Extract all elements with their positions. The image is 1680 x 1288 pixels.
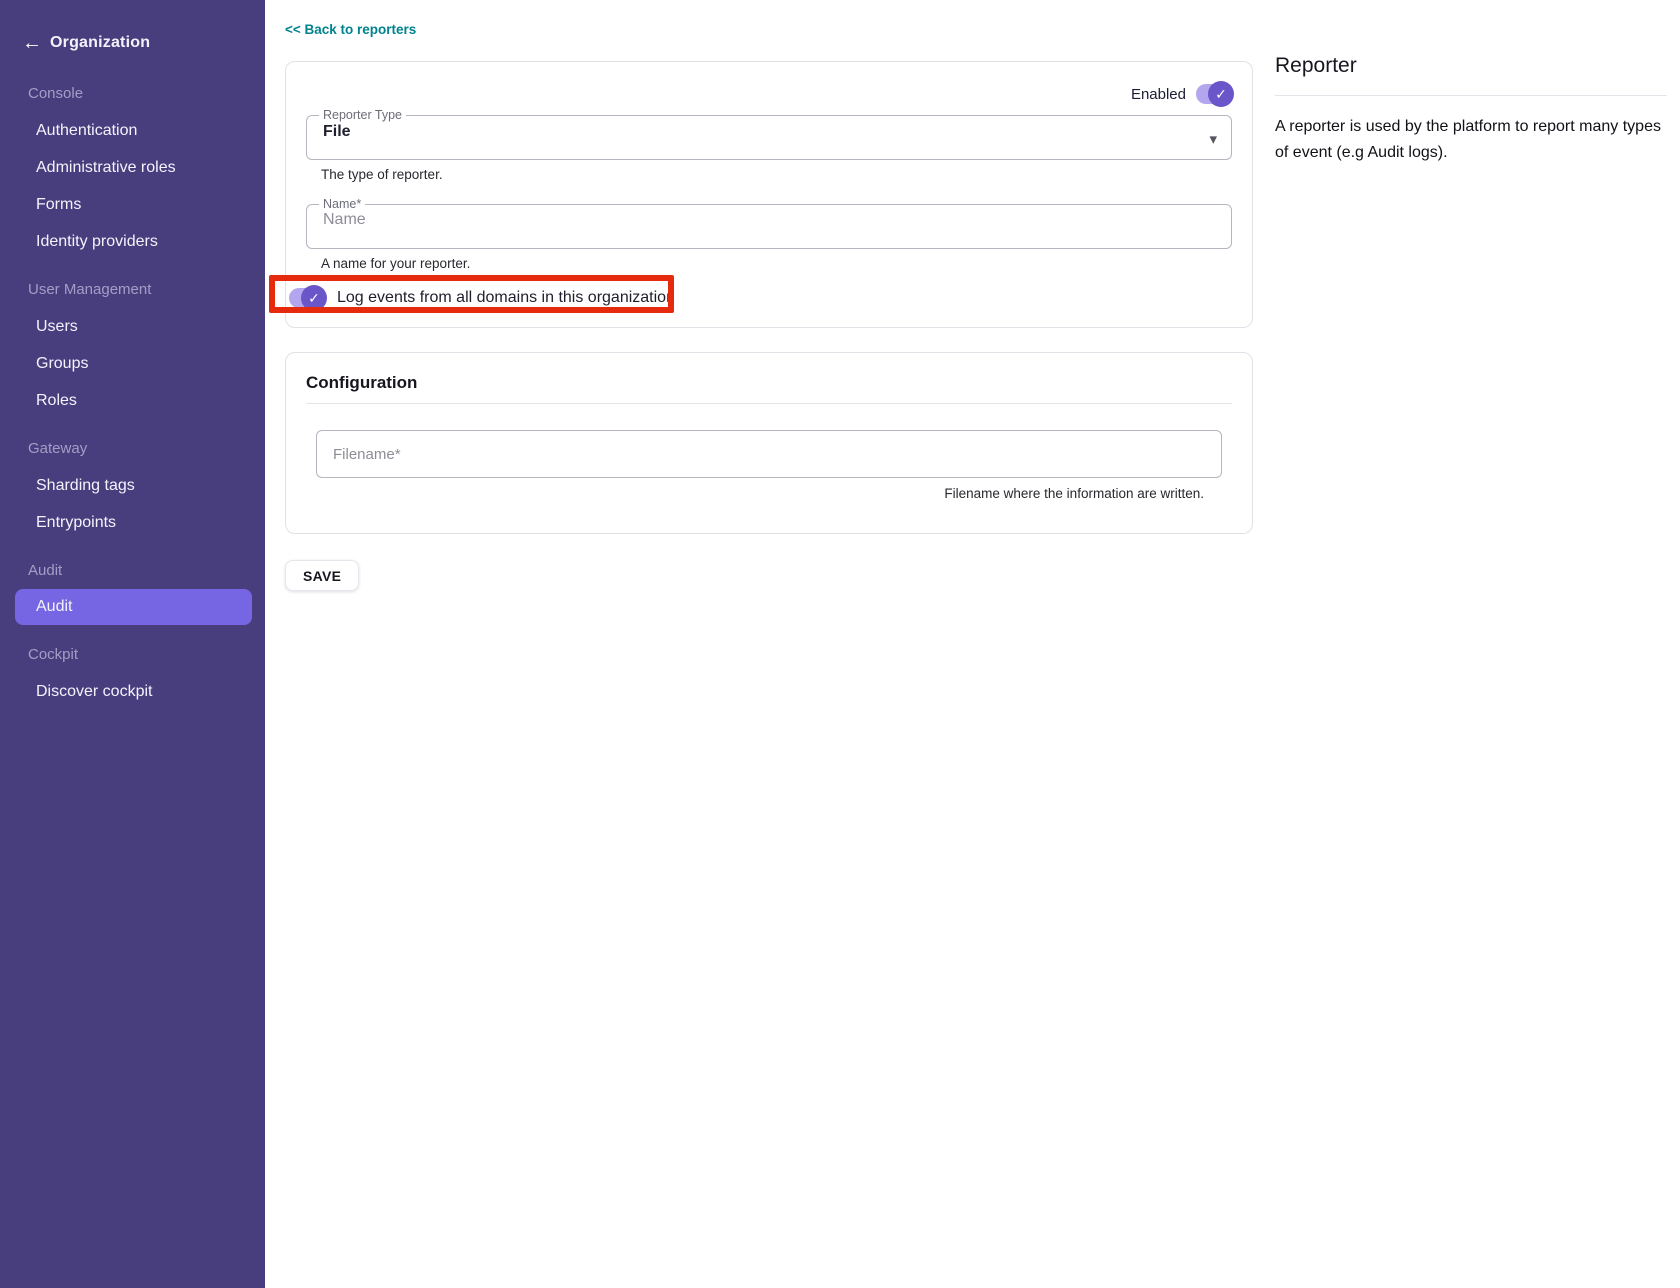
- sidebar-section-audit: Audit: [0, 561, 265, 581]
- name-field: Name*: [306, 199, 1232, 249]
- main-content: << Back to reporters Enabled ✓ Reporter …: [285, 0, 1253, 1288]
- filename-input[interactable]: [333, 446, 1205, 463]
- name-input[interactable]: [323, 209, 1215, 229]
- reporter-type-helper: The type of reporter.: [321, 167, 1232, 183]
- sidebar-section-cockpit: Cockpit: [0, 645, 265, 665]
- org-toggle-label: Log events from all domains in this orga…: [337, 289, 675, 307]
- sidebar-item-roles[interactable]: Roles: [0, 382, 265, 419]
- reporter-info-description: A reporter is used by the platform to re…: [1275, 114, 1667, 166]
- check-icon: ✓: [1208, 81, 1234, 107]
- sidebar-item-users[interactable]: Users: [0, 308, 265, 345]
- reporter-type-select[interactable]: Reporter Type File ▾: [306, 110, 1232, 160]
- sidebar-item-administrative-roles[interactable]: Administrative roles: [0, 149, 265, 186]
- sidebar-item-audit[interactable]: Audit: [15, 589, 252, 625]
- reporter-info-title: Reporter: [1275, 54, 1667, 78]
- sidebar-item-identity-providers[interactable]: Identity providers: [0, 223, 265, 260]
- sidebar-item-groups[interactable]: Groups: [0, 345, 265, 382]
- sidebar-item-sharding-tags[interactable]: Sharding tags: [0, 467, 265, 504]
- configuration-title: Configuration: [306, 373, 1232, 393]
- org-domains-toggle[interactable]: ✓: [289, 288, 325, 308]
- reporter-type-label: Reporter Type: [319, 110, 406, 120]
- name-helper: A name for your reporter.: [321, 256, 1232, 272]
- enabled-toggle[interactable]: ✓: [1196, 84, 1232, 104]
- filename-helper: Filename where the information are writt…: [306, 486, 1204, 501]
- sidebar-item-authentication[interactable]: Authentication: [0, 112, 265, 149]
- sidebar-item-discover-cockpit[interactable]: Discover cockpit: [0, 673, 265, 710]
- sidebar-header: ← Organization: [0, 0, 265, 64]
- reporter-type-value: File: [323, 120, 1215, 141]
- sidebar-item-entrypoints[interactable]: Entrypoints: [0, 504, 265, 541]
- enabled-row: Enabled ✓: [306, 82, 1232, 106]
- enabled-label: Enabled: [1131, 86, 1186, 103]
- sidebar-section-user-management: User Management: [0, 280, 265, 300]
- sidebar-section-gateway: Gateway: [0, 439, 265, 459]
- filename-field: [316, 430, 1222, 478]
- sidebar-item-forms[interactable]: Forms: [0, 186, 265, 223]
- select-caret-icon: ▾: [1209, 132, 1217, 147]
- org-toggle-row: ✓ Log events from all domains in this or…: [289, 285, 675, 311]
- check-icon: ✓: [301, 285, 327, 311]
- reporter-info-panel: Reporter A reporter is used by the platf…: [1275, 0, 1667, 1288]
- back-to-reporters-link[interactable]: << Back to reporters: [285, 22, 416, 37]
- name-label: Name*: [319, 199, 365, 209]
- configuration-card: Configuration Filename where the informa…: [285, 352, 1253, 534]
- back-arrow-icon[interactable]: ←: [22, 32, 50, 55]
- sidebar-section-console: Console: [0, 84, 265, 104]
- reporter-info-divider: [1275, 95, 1667, 96]
- configuration-divider: [306, 403, 1232, 404]
- sidebar-title: Organization: [50, 34, 150, 52]
- sidebar: ← Organization Console Authentication Ad…: [0, 0, 265, 1288]
- reporter-general-card: Enabled ✓ Reporter Type File ▾ The type …: [285, 61, 1253, 328]
- save-button[interactable]: SAVE: [285, 560, 359, 591]
